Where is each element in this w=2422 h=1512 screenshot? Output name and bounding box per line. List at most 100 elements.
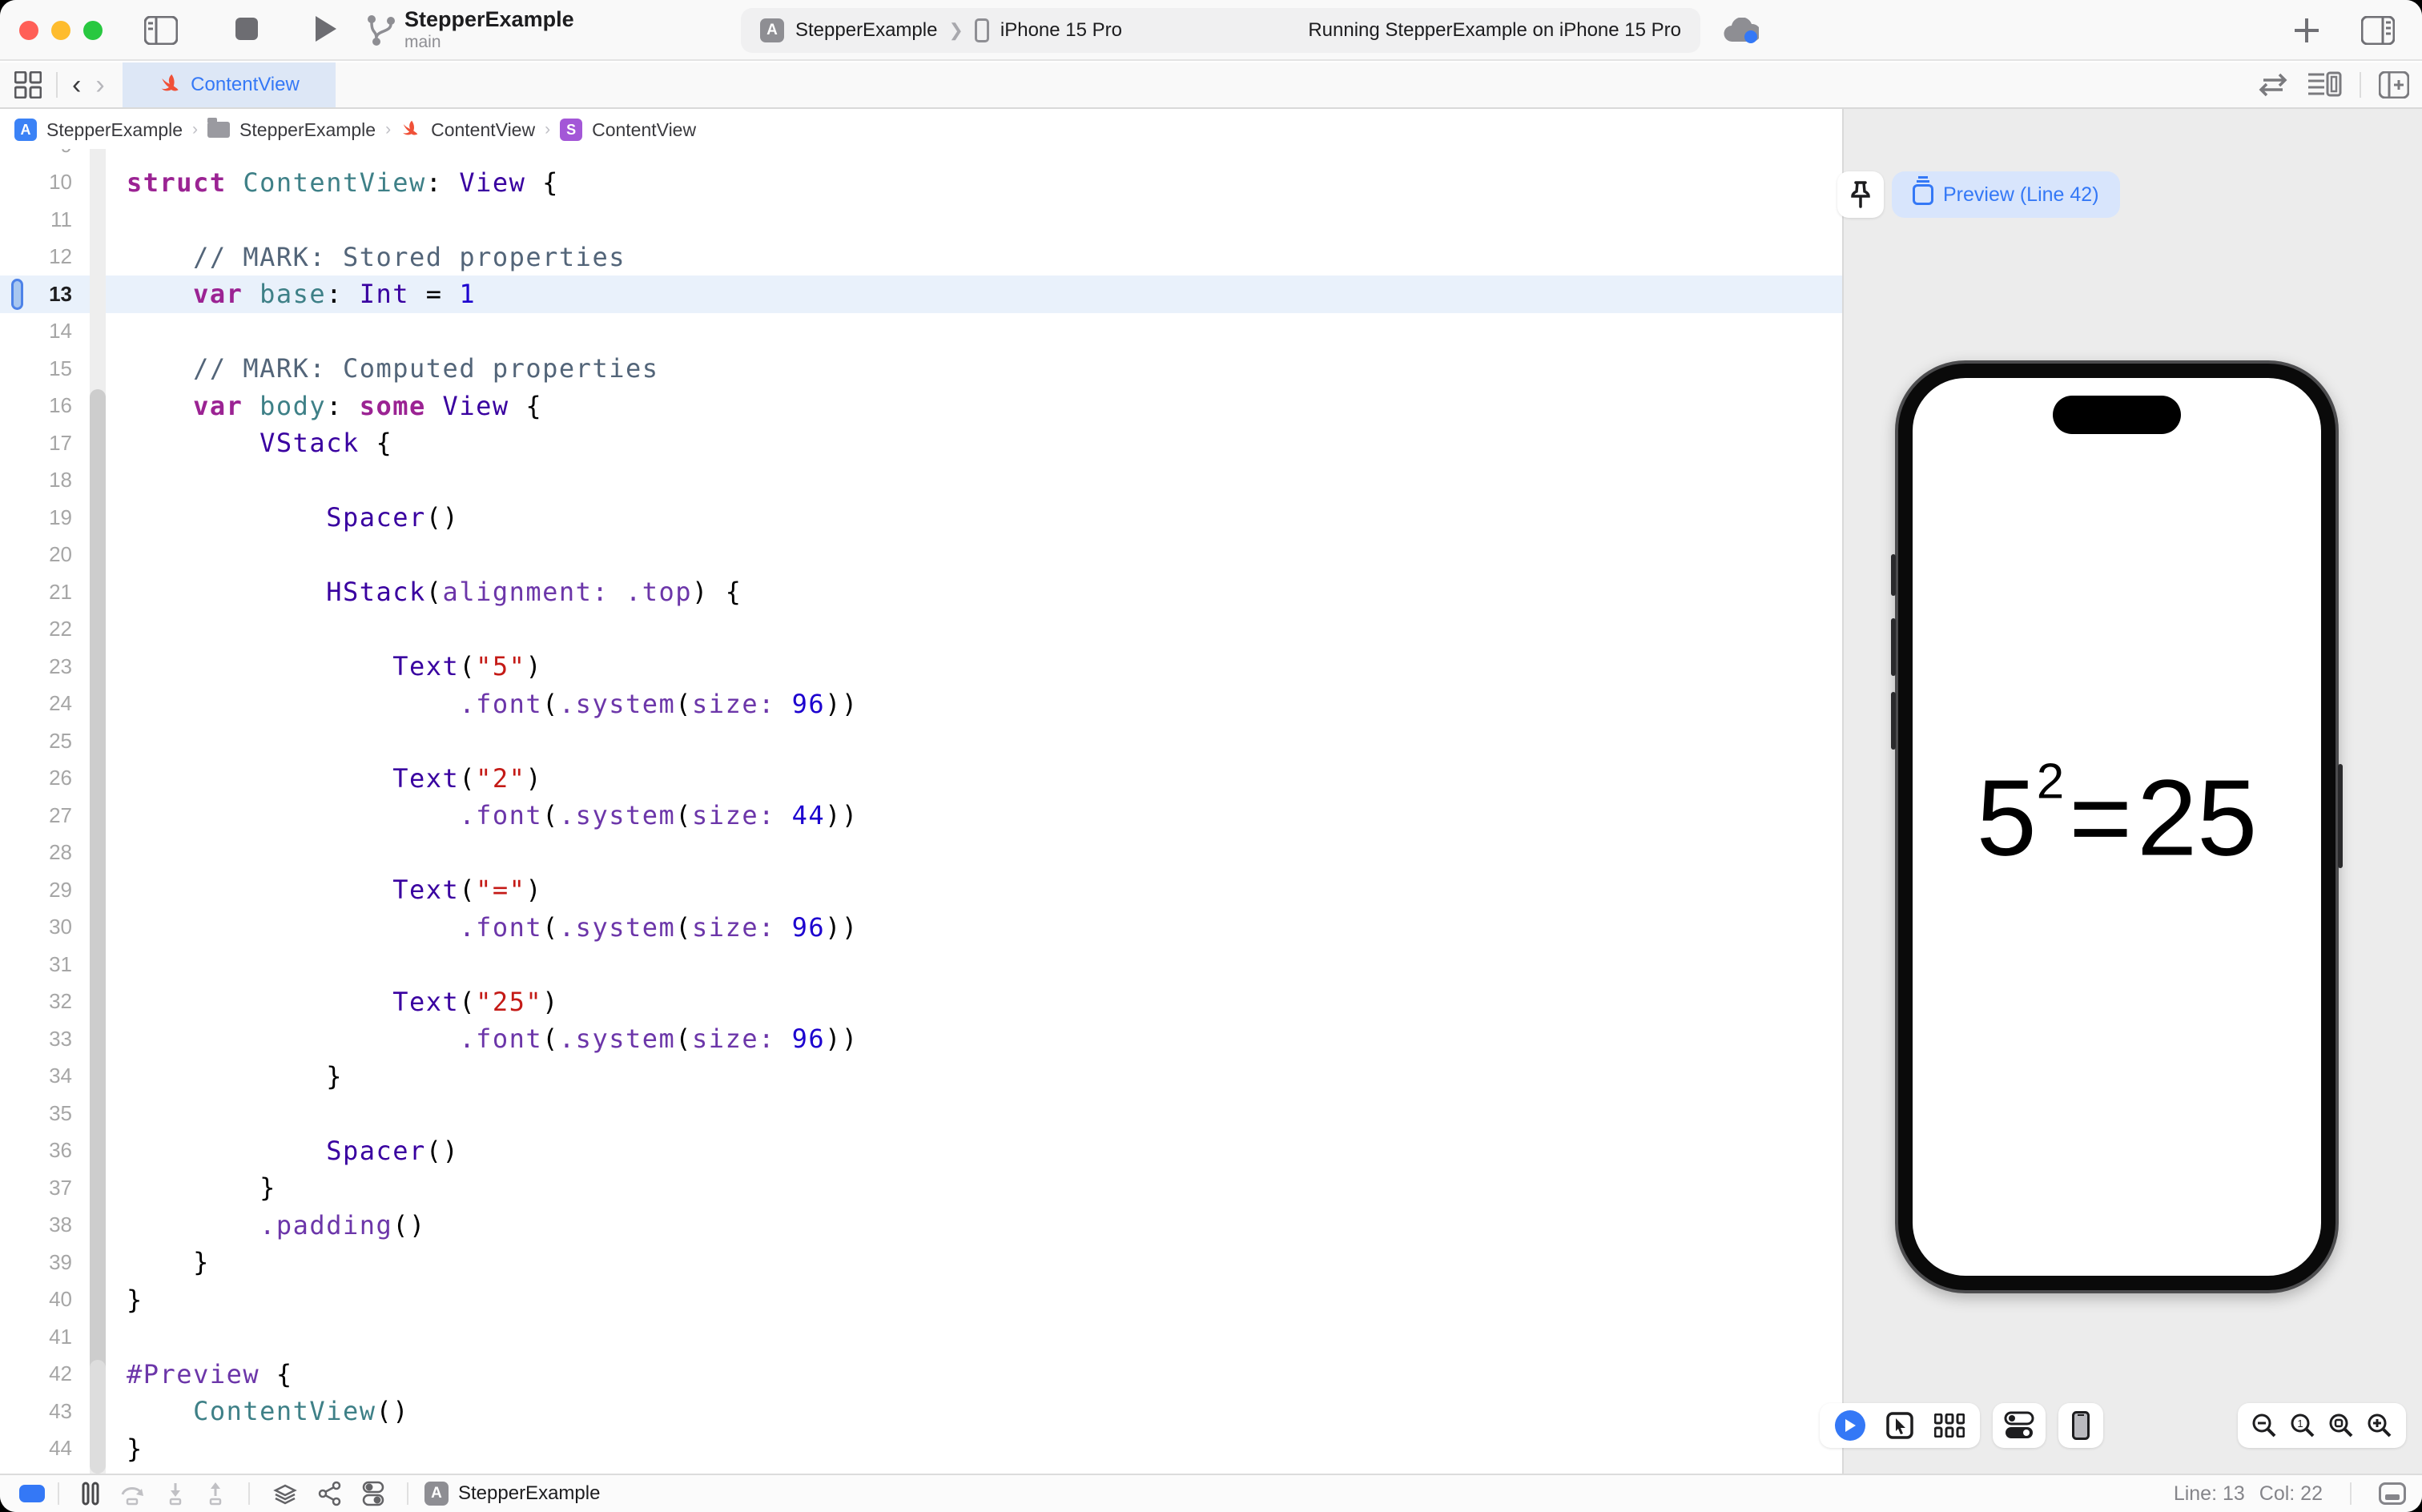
line-number[interactable]: 30 [0,915,83,939]
code-line-37[interactable]: 37 } [0,1169,1842,1207]
code-line-19[interactable]: 19 Spacer() [0,499,1842,537]
code-line-22[interactable]: 22 [0,611,1842,649]
line-number[interactable]: 12 [0,244,83,269]
code-line-39[interactable]: 39 } [0,1244,1842,1281]
line-number[interactable]: 40 [0,1287,83,1312]
iphone-screen[interactable]: 5 2 = 25 [1913,378,2321,1276]
cloud-status-icon[interactable] [1722,18,1759,45]
traffic-zoom-button[interactable] [83,21,103,40]
line-number[interactable]: 27 [0,803,83,828]
code-line-30[interactable]: 30 .font(.system(size: 96)) [0,909,1842,947]
device-settings-button[interactable] [1993,1403,2046,1448]
code-line-35[interactable]: 35 [0,1095,1842,1132]
code-line-27[interactable]: 27 .font(.system(size: 44)) [0,797,1842,834]
code-line-21[interactable]: 21 HStack(alignment: .top) { [0,573,1842,611]
code-line-18[interactable]: 18 [0,462,1842,500]
line-number[interactable]: 24 [0,691,83,716]
line-number[interactable]: 43 [0,1399,83,1424]
line-number[interactable]: 42 [0,1361,83,1386]
tab-overview-icon[interactable] [14,71,42,99]
line-number[interactable]: 18 [0,468,83,493]
line-number[interactable]: 39 [0,1250,83,1275]
step-out-button[interactable] [205,1482,226,1506]
line-number[interactable]: 37 [0,1176,83,1200]
line-number[interactable]: 34 [0,1064,83,1088]
step-into-button[interactable] [165,1482,186,1506]
code-line-15[interactable]: 15 // MARK: Computed properties [0,350,1842,388]
inspector-sidebar-toggle-button[interactable] [2361,16,2395,45]
code-line-34[interactable]: 34 } [0,1058,1842,1096]
line-number[interactable]: 35 [0,1101,83,1126]
line-number[interactable]: 25 [0,729,83,754]
code-line-33[interactable]: 33 .font(.system(size: 96)) [0,1020,1842,1058]
code-line-42[interactable]: 42 #Preview { [0,1356,1842,1393]
line-number[interactable]: 29 [0,878,83,903]
code-line-26[interactable]: 26 Text("2") [0,760,1842,798]
code-line-45[interactable]: 45 [0,1467,1842,1474]
zoom-out-button[interactable] [2251,1413,2277,1438]
zoom-in-button[interactable] [2367,1413,2392,1438]
code-line-11[interactable]: 11 [0,201,1842,239]
zoom-100-button[interactable]: 1 [2290,1413,2315,1438]
step-over-button[interactable] [119,1482,146,1506]
scheme-selector[interactable]: A StepperExample ❯ iPhone 15 Pro Running… [741,8,1700,53]
line-number[interactable]: 28 [0,840,83,865]
code-line-13[interactable]: 13 var base: Int = 1 [0,275,1842,313]
code-line-43[interactable]: 43 ContentView() [0,1393,1842,1430]
line-number[interactable]: 22 [0,617,83,641]
pin-preview-button[interactable] [1837,171,1884,218]
line-number[interactable]: 26 [0,766,83,790]
line-number[interactable]: 23 [0,654,83,679]
live-preview-button[interactable] [1835,1410,1865,1441]
environment-overrides-button[interactable] [362,1480,384,1507]
line-number[interactable]: 14 [0,319,83,344]
line-number[interactable]: 19 [0,505,83,530]
zoom-fit-button[interactable] [2328,1413,2354,1438]
code-line-41[interactable]: 41 [0,1318,1842,1356]
preview-jump-button[interactable]: Preview (Line 42) [1892,171,2120,218]
selectable-mode-button[interactable] [1886,1412,1913,1439]
code-line-38[interactable]: 38 .padding() [0,1207,1842,1245]
jumpbar-item-project[interactable]: StepperExample [46,119,183,141]
view-debugger-button[interactable] [272,1481,298,1506]
code-line-36[interactable]: 36 Spacer() [0,1132,1842,1170]
code-review-icon[interactable] [2257,72,2289,98]
line-number[interactable]: 20 [0,542,83,567]
line-number[interactable]: 17 [0,431,83,456]
line-number[interactable]: 16 [0,393,83,418]
run-button[interactable] [314,14,338,43]
line-number[interactable]: 41 [0,1325,83,1349]
traffic-minimize-button[interactable] [51,21,70,40]
traffic-close-button[interactable] [19,21,38,40]
code-line-16[interactable]: 16 var body: some View { [0,388,1842,425]
code-line-44[interactable]: 44} [0,1430,1842,1468]
jumpbar-item-file[interactable]: ContentView [431,119,535,141]
add-editor-icon[interactable] [2379,71,2409,99]
navigator-sidebar-toggle-button[interactable] [144,16,178,45]
forward-button[interactable]: › [95,70,104,101]
code-line-31[interactable]: 31 [0,946,1842,983]
jumpbar-item-group[interactable]: StepperExample [239,119,376,141]
line-number[interactable]: 10 [0,170,83,195]
scheme-name[interactable]: StepperExample [795,19,937,42]
breakpoints-toggle-button[interactable] [19,1485,45,1502]
line-number[interactable]: 9 [0,149,83,158]
minimap-options-icon[interactable] [2307,71,2342,99]
device-bezels-button[interactable] [2058,1403,2103,1448]
debug-bar-toggle-button[interactable] [82,1482,99,1506]
editor-layout-icon[interactable] [2379,1482,2406,1505]
line-number[interactable]: 36 [0,1138,83,1163]
jumpbar-item-symbol[interactable]: ContentView [592,119,696,141]
code-line-24[interactable]: 24 .font(.system(size: 96)) [0,686,1842,723]
back-button[interactable]: ‹ [72,70,81,101]
code-line-40[interactable]: 40} [0,1281,1842,1319]
run-destination[interactable]: iPhone 15 Pro [1000,19,1122,42]
line-number[interactable]: 15 [0,356,83,381]
code-line-9[interactable]: 9 [0,149,1842,164]
line-number[interactable]: 32 [0,989,83,1014]
line-number[interactable]: 21 [0,580,83,605]
variants-mode-button[interactable] [1934,1413,1965,1438]
line-number[interactable]: 38 [0,1212,83,1237]
line-number[interactable]: 31 [0,952,83,977]
source-editor[interactable]: 9 10 struct ContentView: View {11 12 // MAR… [0,149,1842,1474]
